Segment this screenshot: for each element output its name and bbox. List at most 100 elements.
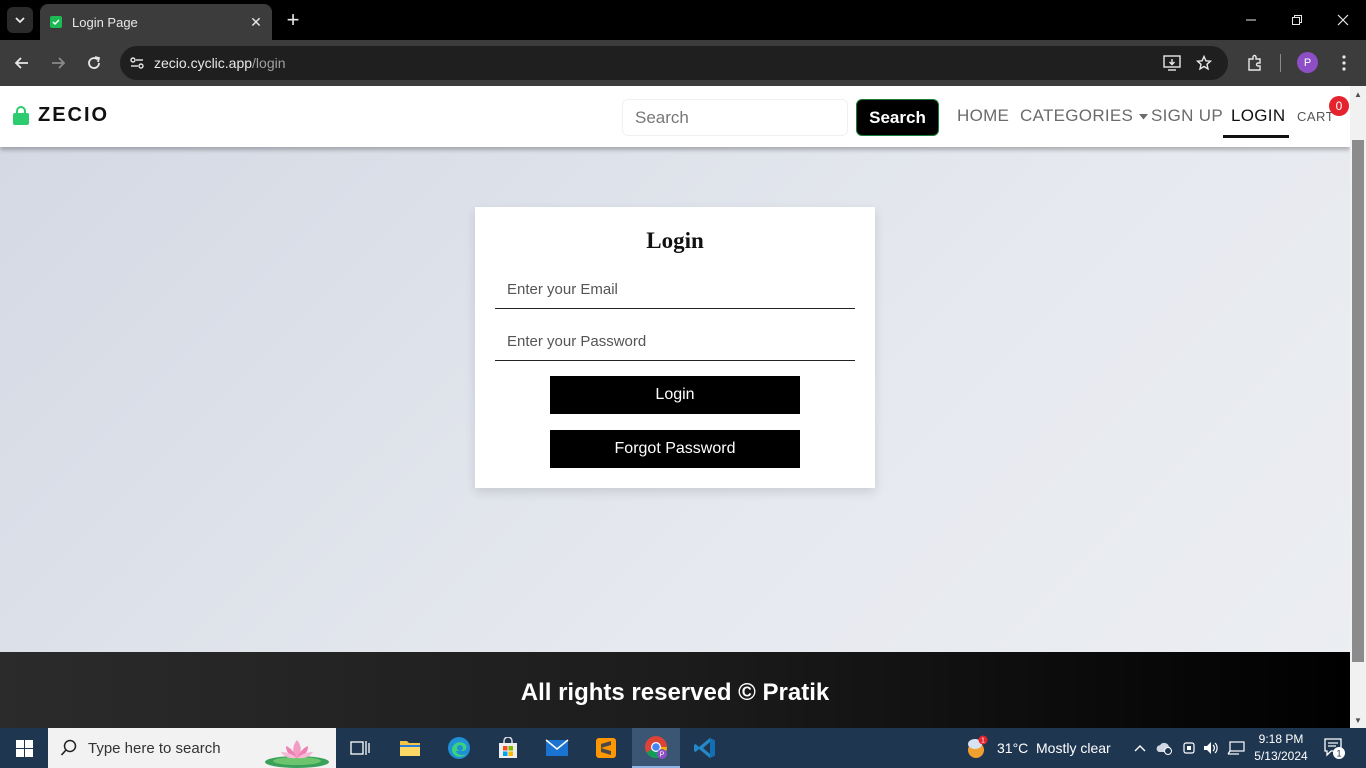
task-view-icon	[350, 741, 370, 755]
weather-badge: 1	[981, 738, 985, 745]
email-field[interactable]: Enter your Email	[495, 271, 855, 309]
microsoft-store-button[interactable]	[484, 728, 532, 768]
url-domain: zecio.cyclic.app	[154, 55, 253, 71]
login-card: Login Enter your Email Enter your Passwo…	[475, 207, 875, 488]
extensions-button[interactable]	[1241, 49, 1269, 77]
tab-title: Login Page	[72, 14, 138, 30]
sublime-text-button[interactable]	[582, 728, 630, 768]
password-field[interactable]: Enter your Password	[495, 323, 855, 361]
file-explorer-button[interactable]	[386, 728, 434, 768]
profile-avatar[interactable]: P	[1297, 52, 1318, 73]
search-input[interactable]: Search	[622, 99, 848, 136]
weather-temperature[interactable]: 31°C	[997, 740, 1028, 756]
browser-menu-button[interactable]	[1330, 49, 1358, 77]
puzzle-icon	[1248, 54, 1261, 71]
chevron-down-icon	[15, 17, 25, 24]
scrollbar-thumb[interactable]	[1352, 140, 1364, 662]
address-bar[interactable]: zecio.cyclic.app/login	[120, 46, 1228, 80]
weather-widget-icon[interactable]: 1	[956, 728, 996, 768]
edge-button[interactable]	[435, 728, 483, 768]
svg-text:P: P	[660, 752, 665, 759]
login-title: Login	[646, 228, 704, 253]
network-icon[interactable]	[1224, 728, 1248, 768]
minimize-icon	[1246, 19, 1256, 21]
caret-down-icon	[1139, 113, 1149, 120]
bookmark-star-icon[interactable]	[1188, 46, 1220, 80]
back-button[interactable]	[8, 49, 36, 77]
meet-now-icon[interactable]	[1178, 728, 1200, 768]
volume-icon[interactable]	[1200, 728, 1222, 768]
minimize-button[interactable]	[1228, 0, 1274, 40]
start-button[interactable]	[0, 728, 48, 768]
system-clock[interactable]: 9:18 PM 5/13/2024	[1250, 731, 1312, 765]
clock-date: 5/13/2024	[1254, 749, 1308, 763]
taskbar-search-placeholder: Type here to search	[88, 739, 221, 757]
vscode-icon	[694, 738, 715, 758]
restore-icon	[1292, 15, 1302, 25]
reload-button[interactable]	[80, 49, 108, 77]
site-info-icon[interactable]	[120, 46, 154, 80]
sublime-text-icon	[596, 738, 616, 758]
taskbar-search-box[interactable]: Type here to search	[48, 728, 336, 768]
mail-icon	[545, 739, 569, 756]
nav-categories-label: CATEGORIES	[1020, 106, 1134, 125]
moon-cloud-icon: 1	[968, 735, 988, 758]
clock-time: 9:18 PM	[1258, 732, 1304, 746]
footer-text: All rights reserved © Pratik	[520, 679, 830, 706]
vscode-button[interactable]	[681, 728, 729, 768]
store-icon	[499, 737, 517, 758]
notification-center-button[interactable]: 1	[1322, 736, 1346, 760]
reload-icon	[88, 56, 101, 69]
chrome-button[interactable]: P	[632, 728, 680, 768]
tab-search-button[interactable]	[7, 7, 33, 33]
search-icon	[60, 739, 77, 756]
show-hidden-icons-button[interactable]	[1130, 728, 1150, 768]
shield-check-icon	[50, 16, 62, 28]
onedrive-sync-icon[interactable]	[1153, 728, 1175, 768]
login-button[interactable]: Login	[550, 376, 800, 414]
brand-name: ZECIO	[38, 104, 110, 126]
lotus-flower-icon	[265, 740, 329, 768]
mail-button[interactable]	[533, 728, 581, 768]
restore-button[interactable]	[1274, 0, 1320, 40]
nav-signup[interactable]: SIGN UP	[1151, 106, 1223, 126]
page-viewport: ZECIO Search Search HOME CATEGORIES SIGN…	[0, 86, 1350, 728]
page-scrollbar[interactable]: ▲ ▼	[1350, 86, 1366, 728]
edge-icon	[448, 737, 470, 759]
install-app-icon[interactable]	[1156, 46, 1188, 80]
site-footer: All rights reserved © Pratik	[0, 652, 1350, 728]
close-window-button[interactable]	[1320, 0, 1366, 40]
cart-count-badge: 0	[1329, 96, 1349, 116]
chrome-icon: P	[645, 736, 667, 759]
scroll-down-icon[interactable]: ▼	[1354, 716, 1362, 725]
forgot-password-button[interactable]: Forgot Password	[550, 430, 800, 468]
close-tab-icon[interactable]: ✕	[246, 12, 266, 32]
windows-taskbar: Type here to search P 1 31°C Mostly clea…	[0, 728, 1366, 768]
nav-cart[interactable]: CART	[1297, 109, 1334, 124]
browser-tab-active[interactable]: Login Page ✕	[40, 4, 272, 40]
arrow-right-icon	[52, 57, 66, 69]
new-tab-button[interactable]: +	[282, 7, 304, 32]
weather-description[interactable]: Mostly clear	[1036, 740, 1111, 756]
active-nav-indicator	[1223, 135, 1289, 138]
browser-tabstrip: Login Page ✕ +	[0, 0, 1366, 40]
nav-login[interactable]: LOGIN	[1231, 106, 1285, 126]
url-text: zecio.cyclic.app/login	[154, 55, 286, 71]
close-icon	[1337, 14, 1349, 26]
folder-icon	[400, 741, 420, 756]
search-button[interactable]: Search	[856, 99, 939, 136]
url-path: /login	[252, 55, 286, 71]
notification-count: 1	[1336, 749, 1341, 759]
site-navbar: ZECIO Search Search HOME CATEGORIES SIGN…	[0, 86, 1350, 147]
nav-categories[interactable]: CATEGORIES	[1020, 106, 1149, 126]
browser-toolbar: zecio.cyclic.app/login	[0, 40, 1366, 86]
scroll-up-icon[interactable]: ▲	[1354, 90, 1362, 99]
nav-home[interactable]: HOME	[957, 106, 1009, 126]
windows-logo-icon	[15, 739, 33, 757]
brand-logo[interactable]: ZECIO	[12, 104, 109, 127]
kebab-menu-icon	[1342, 55, 1346, 71]
task-view-button[interactable]	[336, 728, 384, 768]
forward-button[interactable]	[44, 49, 72, 77]
toolbar-divider	[1280, 54, 1281, 72]
chevron-up-icon	[1134, 745, 1146, 752]
